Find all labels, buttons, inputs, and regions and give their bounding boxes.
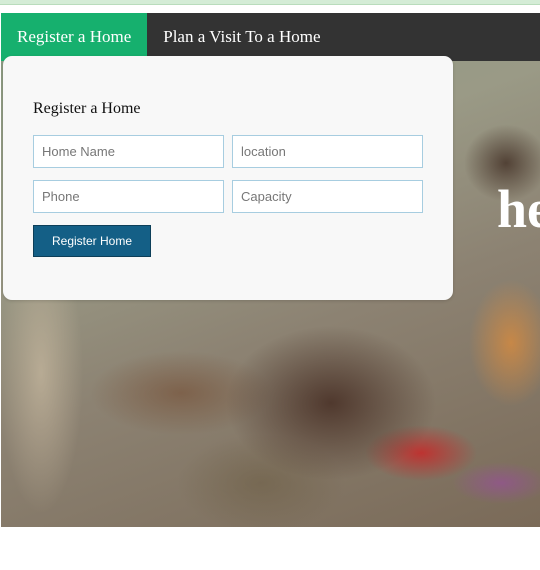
capacity-input[interactable] bbox=[232, 180, 423, 213]
home-name-input[interactable] bbox=[33, 135, 224, 168]
form-title: Register a Home bbox=[33, 100, 141, 117]
navbar: Register a Home Plan a Visit To a Home bbox=[1, 13, 540, 61]
top-strip bbox=[0, 0, 540, 5]
hero-heading: he bbox=[497, 179, 540, 239]
register-home-form: Register a Home Register Home bbox=[3, 56, 453, 300]
register-home-button[interactable]: Register Home bbox=[33, 225, 151, 257]
phone-input[interactable] bbox=[33, 180, 224, 213]
location-input[interactable] bbox=[232, 135, 423, 168]
tab-plan-visit[interactable]: Plan a Visit To a Home bbox=[147, 13, 336, 61]
tab-register-home[interactable]: Register a Home bbox=[1, 13, 148, 61]
